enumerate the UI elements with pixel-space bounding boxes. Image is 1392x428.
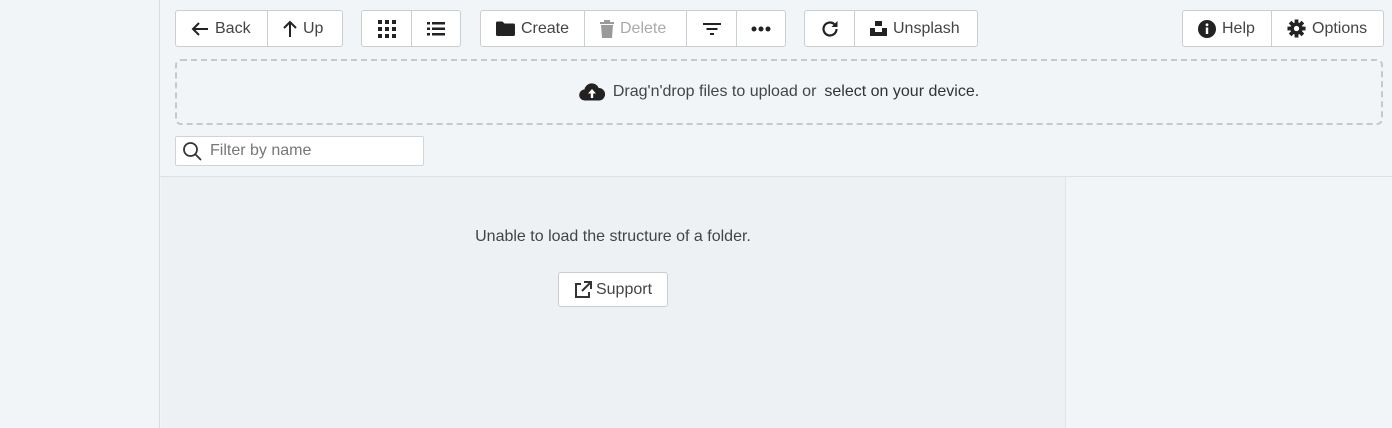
delete-label: Delete	[620, 19, 667, 37]
source-button-group: Unsplash	[804, 10, 978, 47]
files-content-area: Unable to load the structure of a folder…	[161, 177, 1066, 428]
upload-text: Drag'n'drop files to upload or	[612, 83, 817, 100]
grid-view-button[interactable]	[362, 11, 412, 46]
upload-dropzone[interactable]: Drag'n'drop files to upload or select on…	[175, 59, 1383, 125]
nav-button-group: Back Up	[175, 10, 343, 47]
unsplash-label: Unsplash	[893, 19, 960, 37]
support-button[interactable]: Support	[558, 272, 668, 307]
filter-input[interactable]	[208, 141, 422, 161]
folder-tree-pane	[0, 0, 160, 428]
filter-box	[175, 136, 424, 166]
more-button[interactable]	[737, 11, 785, 46]
grid-view-icon	[377, 19, 396, 38]
cloud-upload-icon	[579, 83, 605, 101]
arrow-up-icon	[283, 20, 297, 37]
up-label: Up	[303, 19, 324, 37]
gear-icon	[1287, 19, 1306, 38]
more-dots-icon	[751, 26, 771, 31]
create-button[interactable]: Create	[481, 11, 585, 46]
view-button-group	[361, 10, 461, 47]
error-message: Unable to load the structure of a folder…	[475, 228, 751, 245]
settings-button-group: Help Options	[1182, 10, 1384, 47]
info-icon	[1198, 19, 1216, 38]
back-label: Back	[215, 19, 251, 37]
sort-button[interactable]	[687, 11, 737, 46]
trash-icon	[600, 19, 614, 38]
arrow-left-icon	[191, 21, 208, 36]
unsplash-icon	[870, 21, 887, 36]
list-view-button[interactable]	[412, 11, 460, 46]
refresh-icon	[821, 20, 838, 37]
create-label: Create	[520, 19, 569, 37]
list-view-icon	[427, 21, 445, 35]
actions-button-group: Create Delete	[480, 10, 786, 47]
up-button[interactable]: Up	[268, 11, 342, 46]
options-button[interactable]: Options	[1272, 11, 1383, 46]
filter-sort-icon	[702, 22, 721, 35]
unsplash-button[interactable]: Unsplash	[855, 11, 977, 46]
support-label: Support	[595, 280, 653, 298]
help-button[interactable]: Help	[1183, 11, 1272, 46]
back-button[interactable]: Back	[176, 11, 268, 46]
search-icon	[183, 142, 202, 161]
external-link-icon	[574, 280, 592, 298]
options-label: Options	[1312, 19, 1368, 37]
refresh-button[interactable]	[805, 11, 855, 46]
select-files-link[interactable]: select on your device.	[824, 83, 979, 101]
help-label: Help	[1222, 19, 1255, 37]
delete-button[interactable]: Delete	[585, 11, 687, 46]
info-pane	[1066, 177, 1392, 428]
folder-icon	[496, 21, 515, 36]
